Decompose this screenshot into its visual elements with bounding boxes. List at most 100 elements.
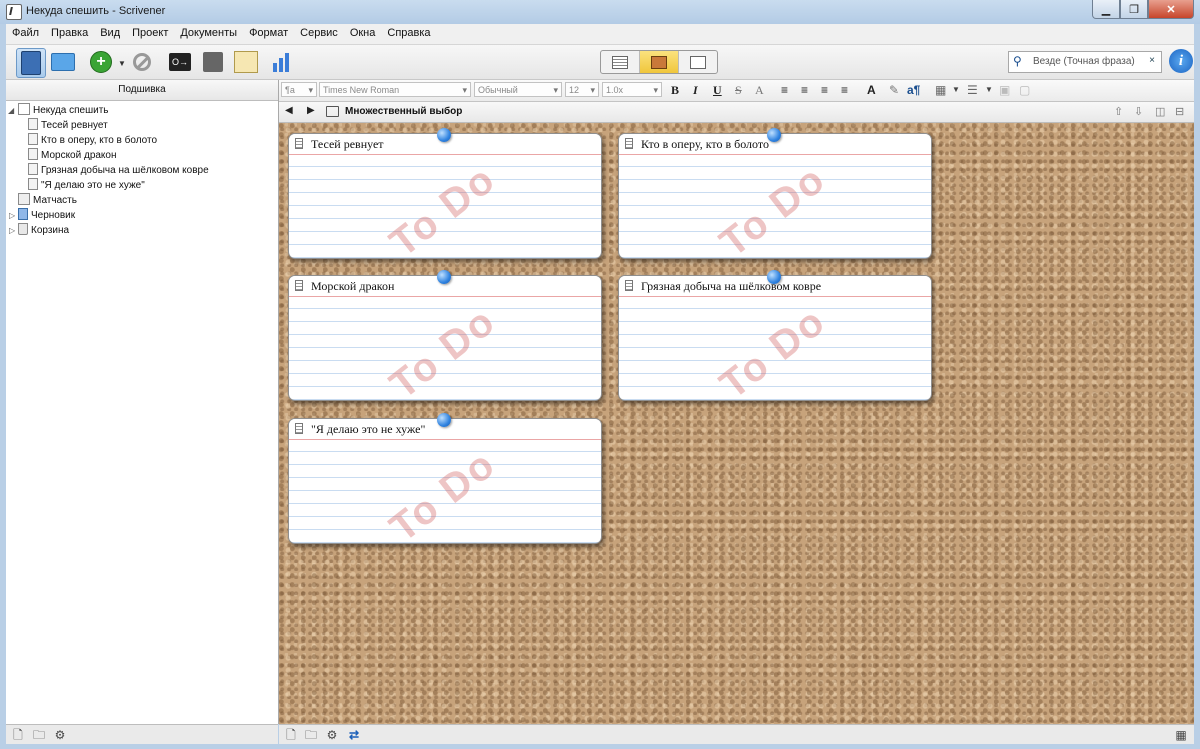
text-color-icon[interactable]: A <box>867 82 876 98</box>
document-icon <box>28 163 38 175</box>
new-card-icon[interactable]: 🗋 <box>283 727 299 743</box>
keywords-button[interactable]: O→ <box>166 48 194 76</box>
document-icon <box>625 138 633 149</box>
split-vertical-icon[interactable]: ◫ <box>1155 105 1165 118</box>
binder-item-label: Кто в оперу, кто в болото <box>41 135 158 146</box>
binder-item-draft[interactable]: Черновик <box>18 208 75 223</box>
typeface-select[interactable]: Обычный <box>474 82 562 98</box>
collapse-triangle-icon[interactable]: ◢ <box>8 106 14 115</box>
minimize-button[interactable]: ▁ <box>1092 0 1120 19</box>
bar-chart-icon <box>273 52 295 72</box>
go-down-icon[interactable]: ⇩ <box>1134 105 1143 118</box>
style-select[interactable]: ¶a <box>281 82 317 98</box>
close-button[interactable]: ✕ <box>1148 0 1194 19</box>
index-card[interactable]: Тесей ревнует To Do <box>288 133 602 259</box>
new-document-icon[interactable]: 🗋 <box>10 727 26 743</box>
back-arrow-icon[interactable]: ◀ <box>285 105 293 116</box>
outliner-view-button[interactable] <box>679 51 717 73</box>
add-dropdown-chevron-icon[interactable]: ▼ <box>118 59 126 68</box>
scrivenings-view-button[interactable] <box>601 51 640 73</box>
comment-icon[interactable]: ▢ <box>1019 82 1030 98</box>
card-title: Тесей ревнует <box>311 137 384 151</box>
expand-triangle-icon[interactable]: ▷ <box>9 226 15 235</box>
index-card[interactable]: Морской дракон To Do <box>288 275 602 401</box>
menu-help[interactable]: Справка <box>381 24 436 39</box>
superscript-button[interactable]: A <box>755 82 764 98</box>
binder-item-label: Морской дракон <box>41 150 117 161</box>
binder-item-project[interactable]: Некуда спешить <box>18 103 109 118</box>
binder-item-doc[interactable]: Тесей ревнует <box>28 118 108 133</box>
plus-icon: + <box>90 51 112 73</box>
status-stamp: To Do <box>381 156 504 259</box>
align-center-icon[interactable]: ≡ <box>801 82 808 98</box>
align-right-icon[interactable]: ≡ <box>841 82 848 98</box>
index-card[interactable]: Кто в оперу, кто в болото To Do <box>618 133 932 259</box>
split-horizontal-icon[interactable]: ⊟ <box>1175 105 1184 118</box>
font-size-select[interactable]: 12 <box>565 82 599 98</box>
window-bottom-border <box>0 744 1200 749</box>
editor-footer: 🗋 🗀 ⚙ ⇄ ▦ <box>279 724 1194 745</box>
add-button[interactable]: + <box>87 48 115 76</box>
align-justify-icon[interactable]: ≡ <box>821 82 828 98</box>
card-title: "Я делаю это не хуже" <box>311 422 426 436</box>
clear-search-icon[interactable]: × <box>1149 55 1155 66</box>
highlight-icon[interactable]: ✎ <box>889 82 899 98</box>
draft-folder-icon <box>18 208 28 220</box>
menu-format[interactable]: Формат <box>243 24 294 39</box>
list-icon[interactable]: ☰ <box>967 82 978 98</box>
italic-button[interactable]: I <box>693 82 698 98</box>
menu-tools[interactable]: Сервис <box>294 24 344 39</box>
inspector-button[interactable]: i <box>1169 49 1193 73</box>
binder-item-label: Грязная добыча на шёлковом ковре <box>41 165 209 176</box>
binder-toggle-button[interactable] <box>16 48 46 78</box>
paragraph-style-icon[interactable]: a¶ <box>907 82 920 98</box>
table-icon[interactable]: ▦ <box>935 82 946 98</box>
gear-icon[interactable]: ⚙ <box>324 727 340 743</box>
table-dropdown-chevron-icon[interactable]: ▼ <box>952 82 960 98</box>
scrivenings-icon <box>612 55 628 69</box>
expand-triangle-icon[interactable]: ▷ <box>9 211 15 220</box>
corkboard-doc-icon <box>326 106 339 117</box>
index-card[interactable]: Грязная добыча на шёлковом ковре To Do <box>618 275 932 401</box>
statistics-button[interactable] <box>270 48 298 76</box>
scrivener-app-icon[interactable] <box>6 4 22 20</box>
binder-item-research[interactable]: Матчасть <box>18 193 77 208</box>
delete-button[interactable] <box>128 48 156 76</box>
index-card[interactable]: "Я делаю это не хуже" To Do <box>288 418 602 544</box>
compile-button[interactable] <box>232 48 260 76</box>
font-family-select[interactable]: Times New Roman <box>319 82 471 98</box>
image-icon[interactable]: ▣ <box>999 82 1010 98</box>
main-toolbar: + ▼ O→ ⚲ Везде (Точная фраза) × i <box>6 45 1194 80</box>
menu-project[interactable]: Проект <box>126 24 174 39</box>
corkboard-view-button[interactable] <box>640 51 679 73</box>
binder-item-doc[interactable]: Грязная добыча на шёлковом ковре <box>28 163 209 178</box>
list-dropdown-chevron-icon[interactable]: ▼ <box>985 82 993 98</box>
underline-button[interactable]: U <box>713 82 722 98</box>
menu-edit[interactable]: Правка <box>45 24 94 39</box>
search-input[interactable]: ⚲ Везде (Точная фраза) × <box>1008 51 1162 73</box>
composition-mode-button[interactable] <box>199 48 227 76</box>
bold-button[interactable]: B <box>671 82 679 98</box>
line-spacing-select[interactable]: 1.0x <box>602 82 662 98</box>
collections-button[interactable] <box>49 48 77 76</box>
go-up-icon[interactable]: ⇧ <box>1114 105 1123 118</box>
align-left-icon[interactable]: ≡ <box>781 82 788 98</box>
grid-layout-icon[interactable]: ▦ <box>1173 727 1189 743</box>
swap-arrows-icon[interactable]: ⇄ <box>346 727 362 743</box>
new-folder-icon[interactable]: 🗀 <box>31 727 47 743</box>
strikethrough-button[interactable]: S <box>735 82 742 98</box>
window-controls: ▁ ❐ ✕ <box>1092 0 1194 19</box>
menu-window[interactable]: Окна <box>344 24 382 39</box>
binder-item-trash[interactable]: Корзина <box>18 223 69 238</box>
binder-item-doc[interactable]: "Я делаю это не хуже" <box>28 178 145 193</box>
search-icon[interactable]: ⚲ <box>1013 54 1022 68</box>
maximize-button[interactable]: ❐ <box>1120 0 1148 19</box>
binder-item-doc[interactable]: Кто в оперу, кто в болото <box>28 133 157 148</box>
forward-arrow-icon[interactable]: ▶ <box>307 105 315 116</box>
menu-file[interactable]: Файл <box>6 24 45 39</box>
menu-view[interactable]: Вид <box>94 24 126 39</box>
menu-documents[interactable]: Документы <box>174 24 243 39</box>
binder-item-doc[interactable]: Морской дракон <box>28 148 117 163</box>
new-folder-card-icon[interactable]: 🗀 <box>303 727 319 743</box>
gear-icon[interactable]: ⚙ <box>52 727 68 743</box>
